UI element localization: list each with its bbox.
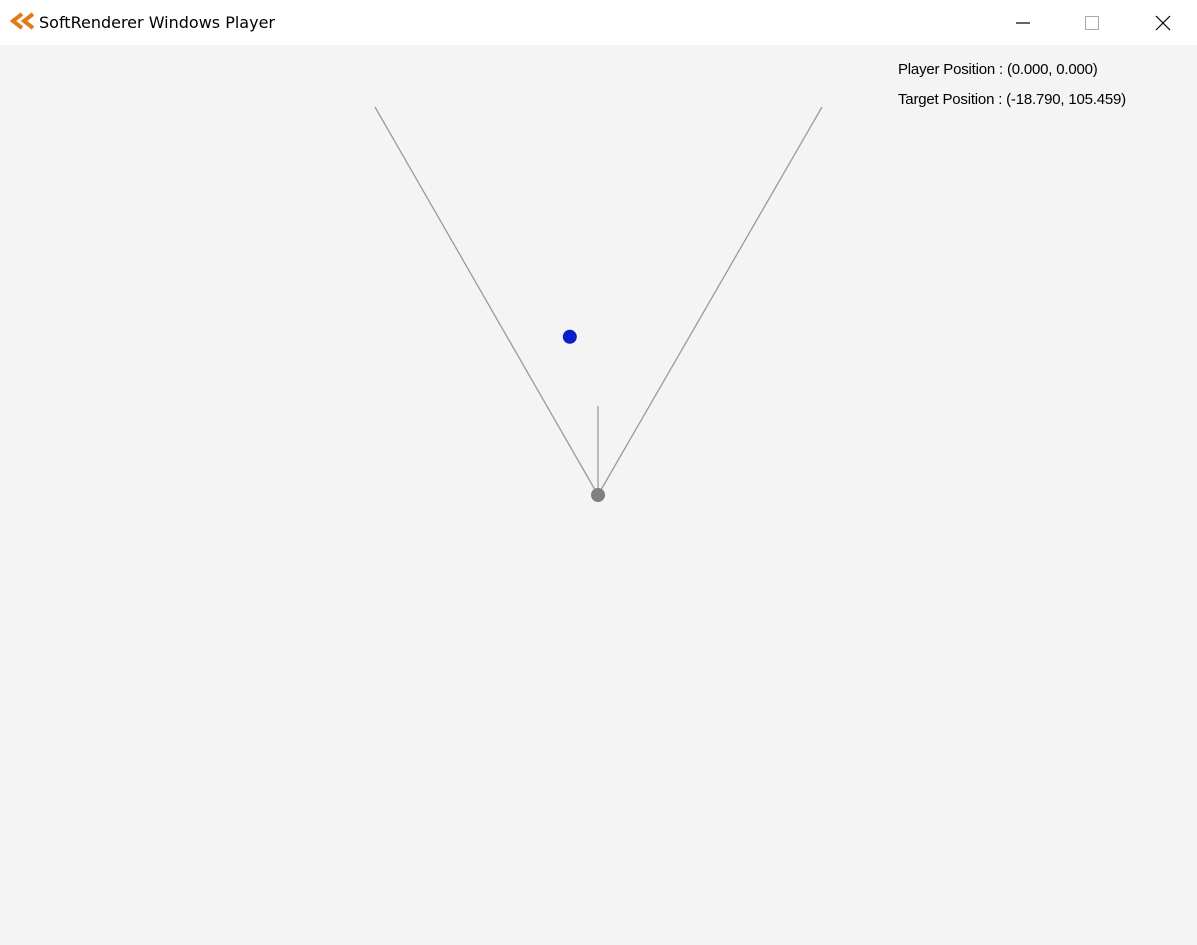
app-window: SoftRenderer Windows Player Player Posit…	[0, 0, 1197, 945]
close-icon	[1155, 15, 1171, 30]
title-bar[interactable]: SoftRenderer Windows Player	[0, 0, 1197, 45]
minimize-button[interactable]	[1000, 0, 1046, 45]
scene-canvas	[374, 106, 823, 502]
target-marker	[562, 329, 577, 344]
target-position-readout: Target Position : (-18.790, 105.459)	[898, 91, 1126, 108]
minimize-icon	[1016, 21, 1030, 24]
close-button[interactable]	[1140, 0, 1186, 45]
player-position-readout: Player Position : (0.000, 0.000)	[898, 61, 1098, 78]
player-marker	[591, 488, 605, 502]
view-cone-left-edge	[374, 106, 599, 496]
view-cone-right-edge	[597, 106, 823, 496]
window-title: SoftRenderer Windows Player	[39, 13, 275, 32]
maximize-icon	[1085, 15, 1099, 30]
maximize-button[interactable]	[1069, 0, 1115, 45]
render-viewport[interactable]: Player Position : (0.000, 0.000) Target …	[0, 45, 1197, 945]
softrenderer-app-icon	[10, 12, 35, 30]
